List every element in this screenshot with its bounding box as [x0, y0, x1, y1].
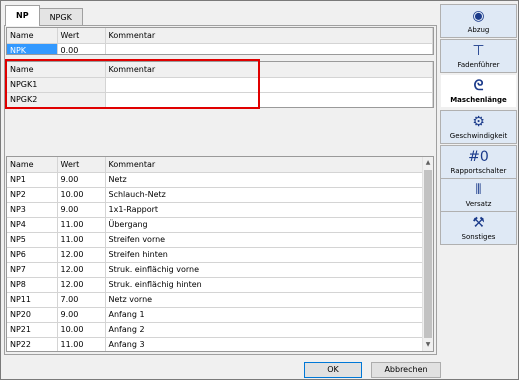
npk-wert-cell[interactable]: 0.00 [57, 43, 106, 54]
column-header-name: Name [7, 157, 58, 173]
np-wert-cell[interactable]: 12.00 [57, 262, 106, 278]
np-name-cell[interactable]: NP1 [7, 172, 58, 188]
tab-strip: NP NPGK [5, 5, 83, 26]
column-header-kommentar: Kommentar [105, 157, 423, 173]
table-row[interactable]: NPK 0.00 [7, 43, 433, 54]
np-name-cell[interactable]: NP6 [7, 247, 58, 263]
np-kommentar-cell[interactable]: Anfang 1 [105, 307, 423, 323]
np-wert-cell[interactable]: 9.00 [57, 172, 106, 188]
table-row[interactable]: NP21 10.00 Anfang 2 [7, 322, 423, 338]
tab-np[interactable]: NP [5, 5, 40, 26]
scroll-up-icon[interactable]: ▲ [423, 157, 433, 169]
table-row[interactable]: NP6 12.00 Streifen hinten [7, 247, 423, 263]
nav-button-fadenfuehrer[interactable]: ⊤ Fadenführer [440, 39, 517, 73]
table-row[interactable]: NP7 12.00 Struk. einflächig vorne [7, 262, 423, 278]
np-table-scrollbar[interactable]: ▲ ▼ [422, 157, 433, 351]
np-name-cell[interactable]: NP4 [7, 217, 58, 233]
maschenlaenge-icon: ᘓ [473, 78, 484, 94]
table-row[interactable]: NP5 11.00 Streifen vorne [7, 232, 423, 248]
np-kommentar-cell[interactable]: Streifen hinten [105, 247, 423, 263]
table-row[interactable]: NP20 9.00 Anfang 1 [7, 307, 423, 323]
table-row[interactable]: NP8 12.00 Struk. einflächig hinten [7, 277, 423, 293]
np-wert-cell[interactable]: 11.00 [57, 232, 106, 248]
np-wert-cell[interactable]: 7.00 [57, 292, 106, 308]
nav-button-label: Fadenführer [457, 61, 500, 69]
nav-button-maschenlaenge[interactable]: ᘓ Maschenlänge [440, 74, 517, 108]
nav-button-label: Abzug [467, 26, 490, 34]
np-wert-cell[interactable]: 10.00 [57, 322, 106, 338]
np-kommentar-cell[interactable]: Übergang [105, 217, 423, 233]
npk-grid: Name Wert Kommentar NPK 0.00 [6, 27, 434, 55]
np-kommentar-cell[interactable]: Anfang 2 [105, 322, 423, 338]
np-name-cell[interactable]: NP8 [7, 277, 58, 293]
column-header-kommentar: Kommentar [105, 28, 433, 44]
dialog-window: NP NPGK Name Wert Kommentar NPK 0.00 Nam… [0, 0, 519, 380]
np-wert-cell[interactable]: 10.00 [57, 187, 106, 203]
np-wert-cell[interactable]: 12.00 [57, 277, 106, 293]
table-row[interactable]: NP1 9.00 Netz [7, 172, 423, 188]
np-kommentar-cell[interactable]: Schlauch-Netz [105, 187, 423, 203]
np-name-cell[interactable]: NP5 [7, 232, 58, 248]
np-kommentar-cell[interactable]: Struk. einflächig vorne [105, 262, 423, 278]
scrollbar-thumb[interactable] [424, 170, 432, 338]
np-wert-cell[interactable]: 11.00 [57, 217, 106, 233]
nav-button-label: Maschenlänge [450, 96, 507, 104]
nav-button-rapportschalter[interactable]: #0 Rapportschalter [440, 145, 517, 179]
tab-npgk[interactable]: NPGK [38, 8, 83, 26]
np-name-cell[interactable]: NP3 [7, 202, 58, 218]
nav-button-sonstiges[interactable]: ⚒ Sonstiges [440, 211, 517, 245]
column-header-wert: Wert [57, 28, 106, 44]
rapportschalter-icon: #0 [468, 149, 489, 165]
np-name-cell[interactable]: NP22 [7, 337, 58, 351]
np-name-cell[interactable]: NP2 [7, 187, 58, 203]
nav-button-label: Versatz [465, 200, 492, 208]
column-header-name: Name [7, 28, 58, 44]
table-row[interactable]: NP22 11.00 Anfang 3 [7, 337, 423, 351]
table-row[interactable]: NP2 10.00 Schlauch-Netz [7, 187, 423, 203]
cancel-button[interactable]: Abbrechen [371, 362, 441, 378]
np-name-cell[interactable]: NP7 [7, 262, 58, 278]
nav-button-versatz[interactable]: ⫴ Versatz [440, 178, 517, 212]
column-header-wert: Wert [57, 157, 106, 173]
np-kommentar-cell[interactable]: Netz [105, 172, 423, 188]
np-name-cell[interactable]: NP20 [7, 307, 58, 323]
sonstiges-icon: ⚒ [472, 215, 485, 231]
np-wert-cell[interactable]: 11.00 [57, 337, 106, 351]
npk-kommentar-cell[interactable] [105, 43, 433, 54]
scroll-down-icon[interactable]: ▼ [423, 339, 433, 351]
table-row[interactable]: NP4 11.00 Übergang [7, 217, 423, 233]
np-table: Name Wert Kommentar NP1 9.00 Netz NP2 10.00 S… [6, 156, 434, 352]
nav-button-label: Rapportschalter [450, 167, 507, 175]
nav-button-label: Sonstiges [461, 233, 496, 241]
geschwindigkeit-icon: ⚙ [472, 114, 485, 130]
nav-button-label: Geschwindigkeit [449, 132, 508, 140]
np-kommentar-cell[interactable]: Anfang 3 [105, 337, 423, 351]
table-row[interactable]: NP3 9.00 1x1-Rapport [7, 202, 423, 218]
np-name-cell[interactable]: NP11 [7, 292, 58, 308]
versatz-icon: ⫴ [475, 182, 482, 198]
np-kommentar-cell[interactable]: 1x1-Rapport [105, 202, 423, 218]
np-kommentar-cell[interactable]: Netz vorne [105, 292, 423, 308]
np-wert-cell[interactable]: 9.00 [57, 307, 106, 323]
np-wert-cell[interactable]: 9.00 [57, 202, 106, 218]
np-name-cell[interactable]: NP21 [7, 322, 58, 338]
np-kommentar-cell[interactable]: Struk. einflächig hinten [105, 277, 423, 293]
nav-button-geschwindigkeit[interactable]: ⚙ Geschwindigkeit [440, 110, 517, 144]
nav-button-abzug[interactable]: ◉ Abzug [440, 4, 517, 38]
abzug-icon: ◉ [472, 8, 485, 24]
np-wert-cell[interactable]: 12.00 [57, 247, 106, 263]
npk-name-cell[interactable]: NPK [7, 43, 58, 54]
table-row[interactable]: NP11 7.00 Netz vorne [7, 292, 423, 308]
ok-button[interactable]: OK [304, 362, 362, 378]
highlight-outline [5, 59, 260, 109]
np-kommentar-cell[interactable]: Streifen vorne [105, 232, 423, 248]
fadenfuehrer-icon: ⊤ [472, 43, 485, 59]
